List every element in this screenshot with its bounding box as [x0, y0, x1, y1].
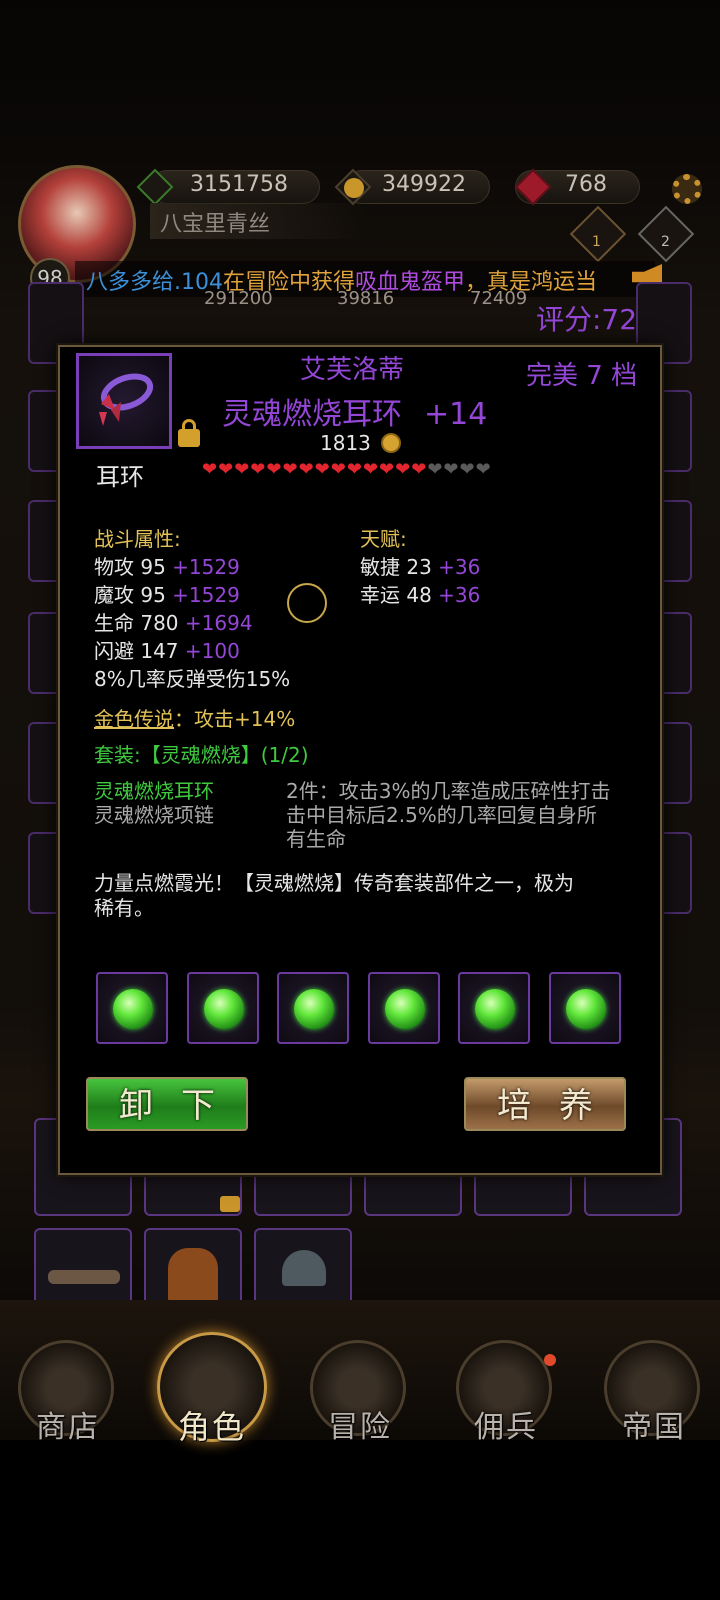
heart-filled-icon: ❤	[298, 459, 315, 480]
green-gem-icon	[385, 989, 425, 1029]
bottom-navigation: 商店 角色 冒险 佣兵 帝国	[0, 1300, 720, 1446]
heart-filled-icon: ❤	[202, 459, 219, 480]
gear-icon[interactable]	[672, 174, 702, 204]
legend-line: 金色传说：攻击+14%	[94, 707, 296, 731]
item-type: 耳环	[96, 463, 144, 491]
gem-slot-2[interactable]	[187, 972, 259, 1044]
nav-mercenary[interactable]: 佣兵	[456, 1340, 556, 1445]
lock-icon[interactable]	[178, 419, 200, 447]
resource-value-3: 768	[565, 172, 607, 197]
unequip-button[interactable]: 卸下	[86, 1077, 248, 1131]
item-detail-dialog: 艾芙洛蒂 完美 7 档 灵魂燃烧耳环 +14 1813 耳环 ❤❤❤❤❤❤❤❤❤❤…	[58, 345, 662, 1175]
nav-empire[interactable]: 帝国	[604, 1340, 704, 1445]
set-bonus-line: 有生命	[286, 827, 346, 851]
notification-dot	[544, 1354, 556, 1366]
heart-filled-icon: ❤	[330, 459, 347, 480]
heart-empty-icon: ❤	[459, 459, 476, 480]
heart-filled-icon: ❤	[411, 459, 428, 480]
player-name: 八宝里青丝	[160, 212, 271, 237]
heart-empty-icon: ❤	[443, 459, 460, 480]
heart-empty-icon: ❤	[427, 459, 444, 480]
item-quality: 完美 7 档	[526, 361, 638, 391]
heart-empty-icon: ❤	[475, 459, 492, 480]
item-icon-frame	[76, 353, 172, 449]
armor-icon	[168, 1248, 218, 1308]
heart-filled-icon: ❤	[314, 459, 331, 480]
green-gem-icon	[475, 989, 515, 1029]
heart-filled-icon: ❤	[395, 459, 412, 480]
item-name: 灵魂燃烧耳环 +14	[222, 397, 488, 432]
item-description-line: 力量点燃霞光！【灵魂燃烧】传奇套装部件之一，极为	[94, 871, 574, 895]
item-owner: 艾芙洛蒂	[300, 355, 405, 385]
item-description-line: 稀有。	[94, 896, 154, 920]
lock-icon	[220, 1196, 240, 1212]
heart-filled-icon: ❤	[218, 459, 235, 480]
green-gem-icon	[566, 989, 606, 1029]
gem-slot-5[interactable]	[458, 972, 530, 1044]
heart-filled-icon: ❤	[362, 459, 380, 480]
resource-value-1: 3151758	[190, 172, 288, 197]
heart-filled-icon: ❤	[250, 459, 267, 480]
belt-icon	[48, 1270, 120, 1284]
special-stat: 8%几率反弹受伤15%	[94, 667, 291, 691]
gem-slot-4[interactable]	[368, 972, 440, 1044]
loading-ring	[287, 583, 327, 623]
combat-stats-title: 战斗属性:	[94, 527, 181, 551]
set-piece-missing: 灵魂燃烧项链	[94, 803, 214, 827]
item-price: 1813	[320, 431, 402, 455]
stat-row: 物攻 95 +1529	[94, 555, 240, 579]
stat-row: 魔攻 95 +1529	[94, 583, 240, 607]
heart-filled-icon: ❤	[282, 459, 299, 480]
nav-shop[interactable]: 商店	[18, 1340, 118, 1445]
talent-title: 天赋:	[360, 527, 407, 551]
heart-filled-icon: ❤	[379, 459, 396, 480]
heart-filled-icon: ❤	[346, 459, 363, 480]
green-gem-icon	[294, 989, 334, 1029]
set-title: 套装:【灵魂燃烧】(1/2)	[94, 743, 309, 767]
resource-value-2: 349922	[382, 172, 466, 197]
talent-row: 敏捷 23 +36	[360, 555, 481, 579]
gem-slot-3[interactable]	[277, 972, 349, 1044]
stat-row: 生命 780 +1694	[94, 611, 253, 635]
green-gem-icon	[204, 989, 244, 1029]
nav-character[interactable]: 角色	[157, 1332, 267, 1446]
helmet-icon	[282, 1250, 326, 1286]
heart-filled-icon: ❤	[266, 459, 283, 480]
gem-slot-6[interactable]	[549, 972, 621, 1044]
gold-coin-icon	[381, 433, 402, 453]
gem-slot-1[interactable]	[96, 972, 168, 1044]
upgrade-button[interactable]: 培养	[464, 1077, 626, 1131]
enhance-hearts: ❤❤❤❤❤❤❤❤❤❤❤❤❤❤❤❤❤❤	[202, 459, 492, 480]
stat-row: 闪避 147 +100	[94, 639, 240, 663]
green-gem-icon	[113, 989, 153, 1029]
nav-adventure[interactable]: 冒险	[310, 1340, 410, 1445]
talent-row: 幸运 48 +36	[360, 583, 481, 607]
earring-icon	[99, 373, 154, 426]
heart-filled-icon: ❤	[234, 459, 251, 480]
